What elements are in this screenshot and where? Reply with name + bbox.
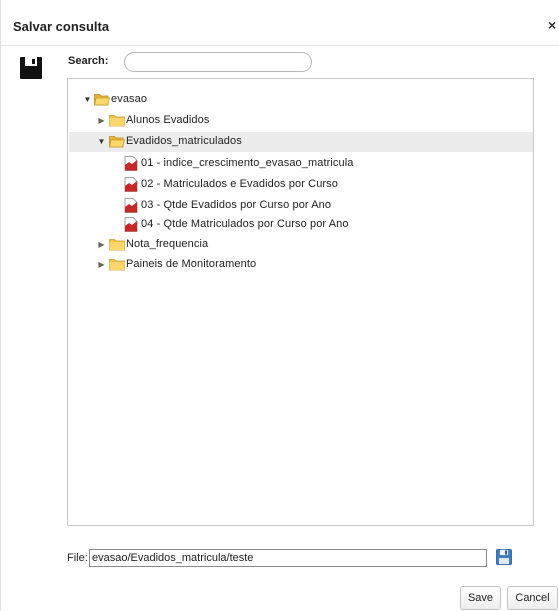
collapsed-arrow-icon[interactable]: ▶ (97, 260, 106, 269)
tree-node-label: Paineis de Monitoramento (126, 258, 257, 270)
collapsed-arrow-icon[interactable]: ▶ (97, 116, 106, 125)
close-icon[interactable]: × (548, 17, 556, 33)
report-file-icon (124, 198, 138, 213)
save-button[interactable]: Save (460, 586, 501, 610)
tree-node-label: evasao (111, 93, 148, 105)
file-label: File: (67, 552, 88, 564)
tree-report-item[interactable]: 04 - Qtde Matriculados por Curso por Ano (69, 215, 533, 235)
tree-node-label: Alunos Evadidos (126, 114, 210, 126)
search-input[interactable] (124, 52, 312, 72)
open-folder-icon (109, 136, 125, 148)
dialog-title: Salvar consulta (13, 19, 110, 34)
tree-node-evasao[interactable]: ▼ evasao (69, 90, 533, 110)
collapsed-arrow-icon[interactable]: ▶ (97, 240, 106, 249)
tree-report-item[interactable]: 01 - indice_crescimento_evasao_matricula (69, 154, 533, 174)
floppy-disk-icon (20, 57, 42, 79)
tree-report-item[interactable]: 03 - Qtde Evadidos por Curso por Ano (69, 196, 533, 216)
save-query-dialog: Salvar consulta × Search: ▼ evasao ▶ Alu… (0, 0, 559, 611)
tree-node-alunos-evadidos[interactable]: ▶ Alunos Evadidos (69, 111, 533, 131)
tree-node-paineis-de-monitoramento[interactable]: ▶ Paineis de Monitoramento (69, 255, 533, 275)
folder-tree: ▼ evasao ▶ Alunos Evadidos ▼ Evadidos_ma… (67, 78, 534, 526)
report-label: 02 - Matriculados e Evadidos por Curso (141, 178, 339, 190)
tree-node-evadidos-matriculados[interactable]: ▼ Evadidos_matriculados (69, 132, 533, 152)
report-label: 01 - indice_crescimento_evasao_matricula (141, 157, 354, 169)
report-file-icon (124, 217, 138, 232)
folder-icon (109, 259, 125, 271)
tree-node-label: Nota_frequencia (126, 238, 209, 250)
folder-icon (109, 239, 125, 251)
floppy-disk-icon[interactable] (496, 549, 512, 565)
tree-report-item[interactable]: 02 - Matriculados e Evadidos por Curso (69, 175, 533, 195)
folder-icon (109, 115, 125, 127)
dialog-titlebar: Salvar consulta × (1, 0, 559, 46)
search-label: Search: (68, 55, 109, 67)
report-label: 04 - Qtde Matriculados por Curso por Ano (141, 218, 349, 230)
report-file-icon (124, 177, 138, 192)
expanded-arrow-icon[interactable]: ▼ (97, 137, 106, 146)
cancel-button[interactable]: Cancel (507, 586, 558, 610)
tree-node-nota-frequencia[interactable]: ▶ Nota_frequencia (69, 235, 533, 255)
tree-node-label: Evadidos_matriculados (126, 135, 242, 147)
expanded-arrow-icon[interactable]: ▼ (83, 95, 92, 104)
open-folder-icon (94, 94, 110, 106)
file-path-input[interactable] (89, 549, 487, 567)
report-file-icon (124, 156, 138, 171)
report-label: 03 - Qtde Evadidos por Curso por Ano (141, 199, 332, 211)
